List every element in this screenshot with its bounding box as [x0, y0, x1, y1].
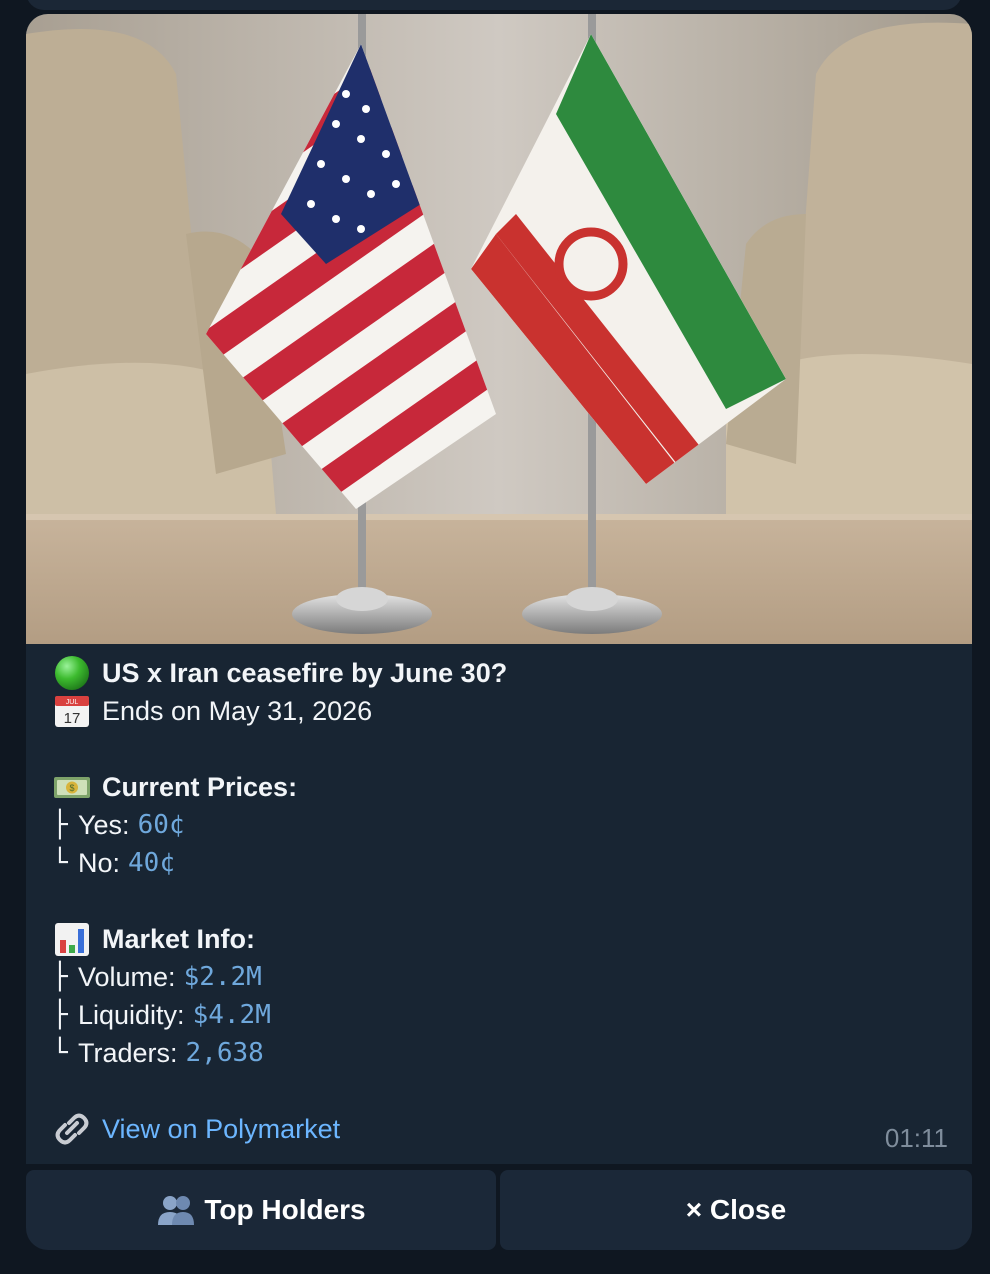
no-label: No: [78, 848, 121, 878]
info-header: Market Info: [102, 924, 256, 954]
prices-header: Current Prices: [102, 772, 298, 802]
tree-branch: ├ [52, 1000, 68, 1030]
market-title-line: US x Iran ceasefire by June 30? [52, 654, 932, 692]
close-label: × Close [685, 1194, 787, 1225]
end-date-line: JUL 17 Ends on May 31, 2026 [52, 692, 932, 730]
bar-chart-icon [52, 920, 92, 958]
traders-label: Traders: [78, 1038, 178, 1068]
top-holders-label: Top Holders [204, 1194, 366, 1225]
traders-value: 2,638 [185, 1038, 264, 1068]
traders-line: └ Traders: 2,638 [52, 1034, 932, 1072]
market-title: US x Iran ceasefire by June 30? [102, 658, 508, 688]
polymarket-link-line[interactable]: View on Polymarket [52, 1110, 932, 1148]
yes-label: Yes: [78, 810, 130, 840]
liquidity-label: Liquidity: [78, 1000, 185, 1030]
volume-line: ├ Volume: $2.2M [52, 958, 932, 996]
end-date-text: Ends on May 31, 2026 [102, 696, 373, 726]
flags-photo [26, 14, 972, 644]
message-time: 01:11 [884, 1123, 948, 1153]
calendar-icon: JUL 17 [52, 692, 92, 730]
volume-value: $2.2M [183, 962, 262, 992]
svg-text:$: $ [69, 783, 74, 793]
previous-message-edge [26, 0, 962, 10]
top-holders-button[interactable]: Top Holders [26, 1170, 496, 1250]
market-details: US x Iran ceasefire by June 30? JUL 17 E… [52, 654, 932, 1148]
tree-last: └ [52, 1038, 68, 1068]
people-icon [156, 1193, 196, 1227]
close-button[interactable]: × Close [500, 1170, 972, 1250]
calendar-day: 17 [64, 710, 81, 727]
yes-price-value: 60¢ [137, 810, 185, 840]
calendar-month: JUL [66, 699, 79, 706]
money-icon: $ [52, 768, 92, 806]
liquidity-value: $4.2M [192, 1000, 271, 1030]
yes-price-line: ├ Yes: 60¢ [52, 806, 932, 844]
green-circle-icon [52, 654, 92, 692]
tree-branch: ├ [52, 810, 68, 840]
volume-label: Volume: [78, 962, 176, 992]
liquidity-line: ├ Liquidity: $4.2M [52, 996, 932, 1034]
link-icon [52, 1110, 92, 1148]
info-header-line: Market Info: [52, 920, 932, 958]
no-price-line: └ No: 40¢ [52, 844, 932, 882]
tree-last: └ [52, 848, 68, 878]
prices-header-line: $ Current Prices: [52, 768, 932, 806]
market-message: US x Iran ceasefire by June 30? JUL 17 E… [26, 14, 972, 1164]
view-on-polymarket-link[interactable]: View on Polymarket [102, 1110, 340, 1148]
no-price-value: 40¢ [128, 848, 175, 878]
tree-branch: ├ [52, 962, 68, 992]
